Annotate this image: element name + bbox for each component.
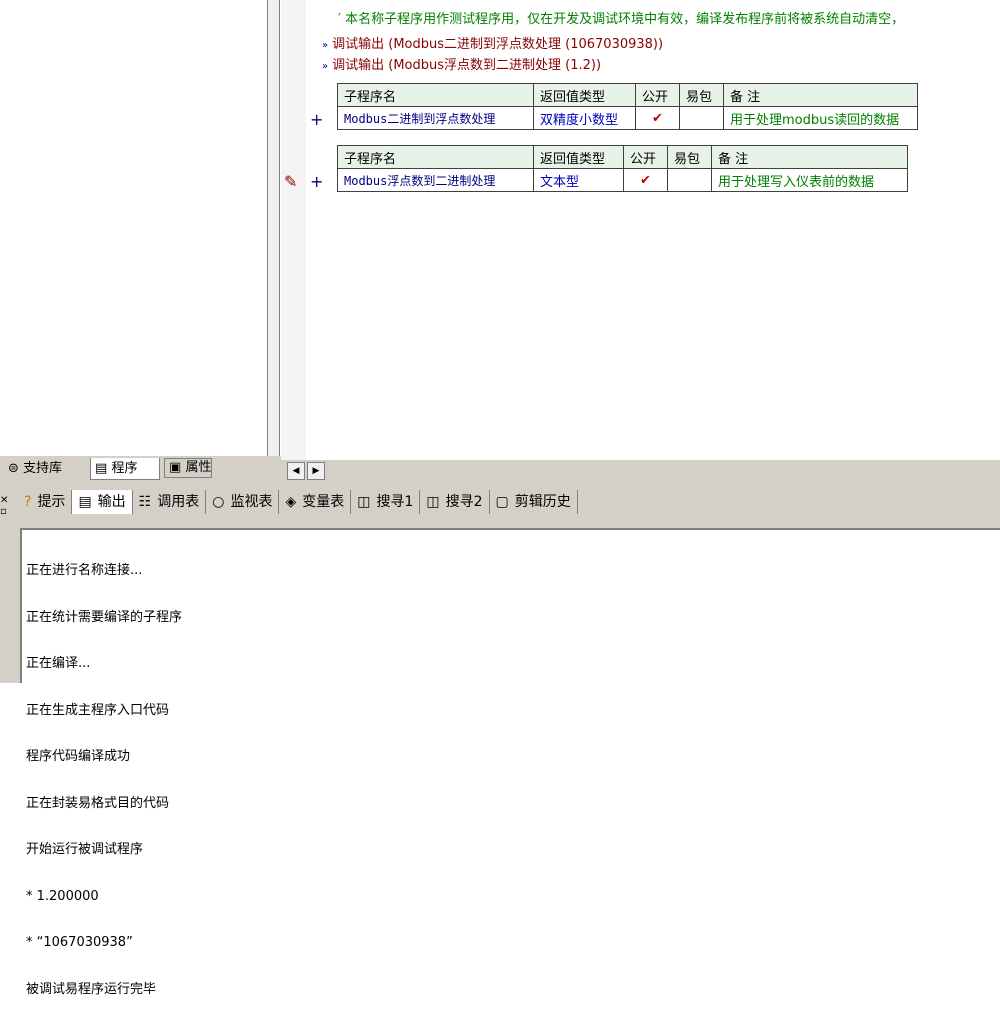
program-icon: ▤ bbox=[95, 461, 108, 476]
col-header-name: 子程序名 bbox=[337, 145, 534, 169]
tab-label: 搜寻2 bbox=[445, 494, 483, 510]
output-line: 正在编译... bbox=[26, 656, 91, 671]
tab-label: 属性 bbox=[185, 460, 212, 475]
output-line: 正在封装易格式目的代码 bbox=[26, 795, 170, 811]
table-header: 子程序名 返回值类型 公开 易包 备 注 bbox=[337, 145, 908, 169]
subroutine-table-2: 子程序名 返回值类型 公开 易包 备 注 Modbus浮点数到二进制处理 文本型… bbox=[337, 145, 908, 192]
cell-note[interactable]: 用于处理modbus读回的数据 bbox=[723, 106, 918, 130]
col-header-return: 返回值类型 bbox=[533, 83, 636, 107]
tab-label: 输出 bbox=[97, 494, 126, 510]
output-line: * 1.200000 bbox=[26, 888, 99, 904]
output-icon: ▤ bbox=[78, 494, 92, 510]
col-header-note: 备 注 bbox=[723, 83, 918, 107]
tab-label: 监视表 bbox=[230, 494, 273, 510]
col-header-public: 公开 bbox=[635, 83, 680, 107]
call-text: 调试输出 (Modbus二进制到浮点数处理 (1067030938)) bbox=[332, 37, 664, 52]
tab-label: 变量表 bbox=[302, 494, 345, 510]
tab-support-library[interactable]: ⊜ 支持库 bbox=[4, 458, 62, 480]
panel-splitter[interactable] bbox=[268, 0, 280, 456]
table-row[interactable]: Modbus二进制到浮点数处理 双精度小数型 ✔ 用于处理modbus读回的数据 bbox=[337, 106, 918, 130]
code-line-call-2[interactable]: » 调试输出 (Modbus浮点数到二进制处理 (1.2)) bbox=[322, 54, 601, 73]
horizontal-scrollbar[interactable]: ◀ ▶ bbox=[281, 460, 1000, 482]
tab-label: 剪辑历史 bbox=[514, 494, 571, 510]
variables-icon: ◈ bbox=[285, 494, 297, 510]
cell-note[interactable]: 用于处理写入仪表前的数据 bbox=[711, 168, 908, 192]
tab-call-table[interactable]: ☷ 调用表 bbox=[133, 490, 207, 514]
search-2-icon: ◫ bbox=[426, 494, 440, 510]
cell-return-type[interactable]: 双精度小数型 bbox=[533, 106, 636, 130]
col-header-note: 备 注 bbox=[711, 145, 908, 169]
expand-plus-icon[interactable]: + bbox=[310, 172, 323, 191]
tab-properties[interactable]: ▣ 属性 bbox=[164, 458, 213, 478]
col-header-public: 公开 bbox=[623, 145, 668, 169]
code-comment: ′ 本名称子程序用作测试程序用，仅在开发及调试环境中有效，编译发布程序前将被系统… bbox=[338, 12, 905, 27]
col-header-easy: 易包 bbox=[667, 145, 712, 169]
tab-label: 程序 bbox=[111, 461, 138, 476]
tab-search-1[interactable]: ◫ 搜寻1 bbox=[351, 490, 421, 514]
table-header: 子程序名 返回值类型 公开 易包 备 注 bbox=[337, 83, 918, 107]
col-header-easy: 易包 bbox=[679, 83, 724, 107]
cell-easy[interactable] bbox=[667, 168, 712, 192]
call-table-icon: ☷ bbox=[138, 494, 152, 510]
call-text: 调试输出 (Modbus浮点数到二进制处理 (1.2)) bbox=[332, 58, 602, 73]
output-line: 被调试易程序运行完毕 bbox=[26, 981, 157, 997]
tab-program[interactable]: ▤ 程序 bbox=[90, 458, 160, 480]
output-line: 正在进行名称连接... bbox=[26, 563, 143, 578]
restore-icon[interactable]: ▫ bbox=[0, 506, 12, 517]
output-line: * “1067030938” bbox=[26, 935, 133, 950]
tab-search-2[interactable]: ◫ 搜寻2 bbox=[420, 490, 490, 514]
output-text-area[interactable]: 正在进行名称连接... 正在统计需要编译的子程序 正在编译... 正在生成主程序… bbox=[20, 528, 1000, 997]
tab-label: 调用表 bbox=[157, 494, 200, 510]
cell-public-check[interactable]: ✔ bbox=[635, 106, 680, 130]
search-icon: ○ bbox=[212, 494, 225, 510]
close-icon[interactable]: ✕ bbox=[0, 495, 12, 506]
panel-controls: ✕ ▫ bbox=[0, 495, 12, 525]
cell-return-type[interactable]: 文本型 bbox=[533, 168, 624, 192]
tab-label: 提示 bbox=[37, 494, 66, 510]
search-1-icon: ◫ bbox=[357, 494, 371, 510]
tab-label: 搜寻1 bbox=[376, 494, 414, 510]
output-tabs: ? 提示 ▤ 输出 ☷ 调用表 ○ 监视表 ◈ 变量表 ◫ 搜寻1 ◫ 搜寻2 ▢ 剪辑历史 bbox=[18, 490, 578, 514]
tab-watch[interactable]: ○ 监视表 bbox=[206, 490, 280, 514]
cell-public-check[interactable]: ✔ bbox=[623, 168, 668, 192]
hint-icon: ? bbox=[24, 494, 32, 510]
scroll-left-icon[interactable]: ◀ bbox=[287, 462, 305, 480]
project-tree-panel[interactable] bbox=[0, 0, 268, 456]
clipboard-icon: ▢ bbox=[495, 494, 509, 510]
tab-output[interactable]: ▤ 输出 bbox=[72, 490, 133, 514]
library-icon: ⊜ bbox=[8, 461, 19, 476]
cell-easy[interactable] bbox=[679, 106, 724, 130]
scroll-right-icon[interactable]: ▶ bbox=[307, 462, 325, 480]
properties-icon: ▣ bbox=[169, 460, 182, 475]
code-line-call-1[interactable]: » 调试输出 (Modbus二进制到浮点数处理 (1067030938)) bbox=[322, 33, 663, 52]
table-row[interactable]: Modbus浮点数到二进制处理 文本型 ✔ 用于处理写入仪表前的数据 bbox=[337, 168, 908, 192]
output-line: 正在统计需要编译的子程序 bbox=[26, 609, 183, 625]
tab-variables[interactable]: ◈ 变量表 bbox=[279, 490, 352, 514]
expand-plus-icon[interactable]: + bbox=[310, 110, 323, 129]
output-line: 正在生成主程序入口代码 bbox=[26, 702, 170, 718]
output-line: 程序代码编译成功 bbox=[26, 749, 131, 764]
edit-pen-icon: ✎ bbox=[284, 172, 298, 191]
cell-name[interactable]: Modbus二进制到浮点数处理 bbox=[337, 106, 534, 130]
output-line: 开始运行被调试程序 bbox=[26, 842, 144, 857]
cell-name[interactable]: Modbus浮点数到二进制处理 bbox=[337, 168, 534, 192]
subroutine-table-1: 子程序名 返回值类型 公开 易包 备 注 Modbus二进制到浮点数处理 双精度… bbox=[337, 83, 918, 130]
tab-clip-history[interactable]: ▢ 剪辑历史 bbox=[490, 490, 578, 514]
col-header-return: 返回值类型 bbox=[533, 145, 624, 169]
statement-arrow-icon: » bbox=[322, 40, 329, 51]
tab-hint[interactable]: ? 提示 bbox=[18, 490, 73, 514]
editor-gutter bbox=[281, 0, 306, 460]
tab-label: 支持库 bbox=[23, 461, 63, 476]
statement-arrow-icon: » bbox=[322, 61, 329, 72]
col-header-name: 子程序名 bbox=[337, 83, 534, 107]
left-panel-tabs: ⊜ 支持库 ▤ 程序 ▣ 属性 bbox=[0, 456, 281, 482]
